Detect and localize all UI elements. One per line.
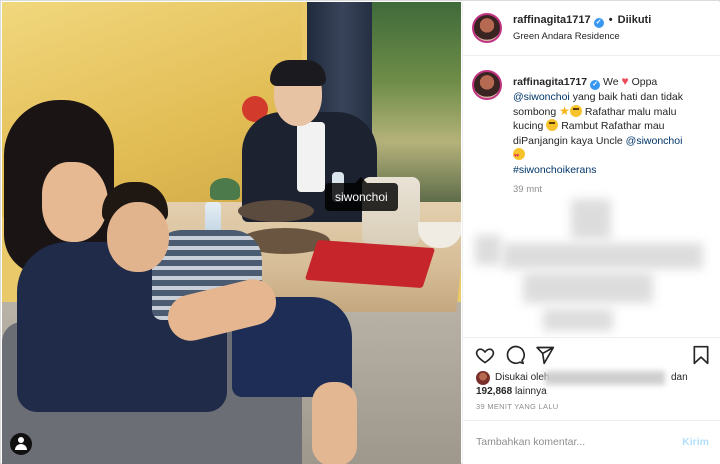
comment-bubble-icon[interactable] (505, 345, 525, 365)
blurred-comment (571, 199, 611, 239)
blurred-comment (523, 273, 653, 303)
comment-input[interactable]: Tambahkan komentar... (476, 436, 585, 448)
star-emoji-icon: ★ (559, 103, 570, 118)
blurred-username (545, 371, 665, 385)
caption-username[interactable]: raffinagita1717 (513, 76, 587, 88)
post-timestamp[interactable]: 39 MENIT YANG LALU (476, 402, 559, 411)
hashtag-link[interactable]: #siwonchoikerans (513, 164, 596, 176)
blurred-avatar (475, 235, 501, 265)
user-icon[interactable] (10, 433, 32, 455)
mention-link[interactable]: @siwonchoi (513, 91, 570, 103)
avatar[interactable] (472, 70, 502, 100)
likes-summary: Disukai oleh dan 192,868 lainnya (476, 371, 688, 397)
post-photo[interactable]: siwonchoi (2, 2, 461, 464)
caption-block: raffinagita1717 ✓ We ♥ Oppa @siwonchoi ya… (463, 57, 720, 337)
instagram-post-window: siwonchoi raffinagita1717 ✓ • Diikuti Gre… (0, 0, 720, 464)
avatar[interactable] (472, 13, 502, 43)
verified-badge-icon: ✓ (593, 18, 604, 28)
comment-form: Tambahkan komentar... Kirim (463, 420, 720, 464)
bookmark-icon[interactable] (691, 345, 711, 365)
mention-link[interactable]: @siwonchoi (626, 135, 683, 147)
smiling-emoji-icon (569, 104, 582, 117)
photo-user-tag[interactable]: siwonchoi (325, 177, 398, 211)
red-heart-emoji-icon: ♥ (621, 74, 629, 88)
location-link[interactable]: Green Andara Residence (513, 31, 620, 42)
post-comment-button[interactable]: Kirim (682, 436, 709, 448)
grinning-emoji-icon (546, 119, 559, 132)
blurred-comment (543, 309, 613, 331)
blurred-comment (503, 243, 703, 269)
verified-badge-icon: ✓ (590, 80, 601, 90)
username-link[interactable]: raffinagita1717 (513, 14, 591, 26)
caption-text: raffinagita1717 ✓ We ♥ Oppa @siwonchoi ya… (513, 74, 709, 178)
heart-eyes-emoji-icon (513, 148, 525, 164)
separator-dot: • (608, 14, 613, 26)
paper-plane-icon[interactable] (535, 345, 555, 365)
post-actions (463, 337, 720, 369)
following-button[interactable]: Diikuti (618, 14, 652, 26)
likes-count-link[interactable]: 192,868 lainnya (476, 386, 547, 397)
post-header: raffinagita1717 ✓ • Diikuti Green Andara … (463, 2, 720, 56)
avatar[interactable] (476, 371, 490, 385)
heart-outline-icon[interactable] (475, 345, 495, 365)
post-sidebar: raffinagita1717 ✓ • Diikuti Green Andara … (462, 2, 720, 464)
caption-time: 39 mnt (513, 184, 543, 195)
